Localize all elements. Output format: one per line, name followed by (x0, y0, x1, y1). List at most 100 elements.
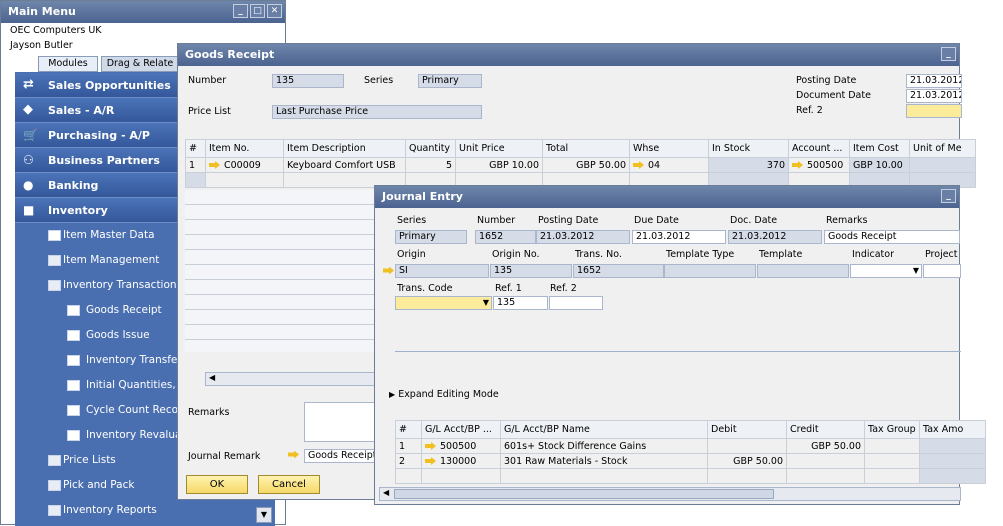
series-field[interactable]: Primary (418, 74, 482, 88)
folder-inventory-transactions[interactable]: Inventory Transactions (15, 273, 182, 298)
template-type-field[interactable] (664, 264, 756, 278)
col-header[interactable]: Item Description (283, 139, 406, 158)
number-field[interactable]: 1652 (475, 230, 536, 244)
folder-price-lists[interactable]: Price Lists (15, 448, 175, 473)
col-header[interactable]: G/L Acct/BP ... (421, 420, 501, 439)
folder-pick-and-pack[interactable]: Pick and Pack (15, 473, 175, 498)
module-sales-opportunities[interactable]: ⇄ Sales Opportunities (15, 73, 193, 98)
gl-acct-cell[interactable]: 500500 (421, 438, 501, 454)
link-arrow-icon[interactable] (425, 457, 436, 465)
origin-field[interactable]: SI (395, 264, 489, 278)
menu-goods-issue[interactable]: Goods Issue (15, 323, 175, 348)
total-cell[interactable]: GBP 50.00 (542, 157, 630, 173)
link-arrow-icon[interactable] (209, 161, 220, 169)
unit-price-cell[interactable]: GBP 10.00 (455, 157, 543, 173)
origin-no-field[interactable]: 135 (490, 264, 572, 278)
link-arrow-icon[interactable] (383, 266, 394, 275)
cancel-button[interactable]: Cancel (258, 475, 320, 494)
link-arrow-icon[interactable] (633, 161, 644, 169)
ref2-field[interactable] (906, 104, 962, 118)
scroll-down-button[interactable]: ▼ (256, 507, 272, 523)
module-sales-ar[interactable]: ◆ Sales - A/R (15, 98, 193, 123)
link-arrow-icon[interactable] (425, 442, 436, 450)
menu-cycle-count[interactable]: Cycle Count Recon (15, 398, 185, 423)
col-header[interactable]: Unit Price (455, 139, 543, 158)
posting-date-field[interactable]: 21.03.2012 (906, 74, 962, 88)
menu-initial-quantities[interactable]: Initial Quantities, In (15, 373, 189, 398)
document-date-field[interactable]: 21.03.2012 (906, 89, 962, 103)
journal-remark-field[interactable]: Goods Receipt (304, 449, 376, 463)
module-purchasing-ap[interactable]: 🛒 Purchasing - A/P (15, 123, 193, 148)
menu-goods-receipt[interactable]: Goods Receipt (15, 298, 175, 323)
table-row[interactable]: 1 C00009 Keyboard Comfort USB 5 GBP 10.0… (185, 157, 976, 173)
col-header[interactable]: Unit of Me (909, 139, 976, 158)
tax-group-cell[interactable] (864, 438, 920, 454)
scroll-left-icon[interactable]: ◀ (383, 488, 389, 497)
quantity-cell[interactable]: 5 (405, 157, 456, 173)
horizontal-scrollbar[interactable]: ◀ (379, 487, 961, 501)
remarks-field[interactable]: Goods Receipt (824, 230, 960, 244)
gl-name-cell[interactable]: 301 Raw Materials - Stock (500, 453, 708, 469)
remarks-field[interactable] (304, 402, 376, 442)
trans-no-field[interactable]: 1652 (573, 264, 664, 278)
maximize-button[interactable]: □ (250, 4, 265, 18)
number-field[interactable]: 135 (272, 74, 344, 88)
item-no-cell[interactable]: C00009 (205, 157, 284, 173)
ref1-field[interactable]: 135 (493, 296, 548, 310)
scroll-thumb[interactable] (394, 489, 774, 499)
link-arrow-icon[interactable] (288, 450, 299, 459)
col-header[interactable]: # (395, 420, 422, 439)
col-header[interactable]: Item No. (205, 139, 284, 158)
doc-date-field[interactable]: 21.03.2012 (728, 230, 822, 244)
debit-cell[interactable] (707, 438, 787, 454)
ref2-field[interactable] (549, 296, 603, 310)
template-field[interactable] (757, 264, 849, 278)
folder-item-management[interactable]: Item Management (15, 248, 175, 273)
tab-drag-relate[interactable]: Drag & Relate (101, 56, 179, 72)
journal-entry-title-bar[interactable]: Journal Entry _ (375, 186, 959, 208)
menu-inventory-transfer[interactable]: Inventory Transfer (15, 348, 182, 373)
table-row[interactable]: 1 500500 601s+ Stock Difference Gains GB… (395, 438, 986, 454)
horizontal-scrollbar[interactable]: ◀ (205, 372, 375, 386)
menu-item-master-data[interactable]: Item Master Data (15, 223, 175, 248)
col-header[interactable]: Item Cost (849, 139, 910, 158)
posting-date-field[interactable]: 21.03.2012 (536, 230, 630, 244)
col-header[interactable]: Total (542, 139, 630, 158)
series-field[interactable]: Primary (395, 230, 467, 244)
minimize-button[interactable]: _ (233, 4, 248, 18)
credit-cell[interactable]: GBP 50.00 (786, 438, 865, 454)
account-cell[interactable]: 500500 (788, 157, 850, 173)
minimize-button[interactable]: _ (941, 189, 956, 203)
col-header[interactable]: # (185, 139, 206, 158)
main-menu-title-bar[interactable]: Main Menu _ □ ✕ (1, 1, 285, 23)
module-inventory[interactable]: ■ Inventory (15, 198, 193, 223)
price-list-field[interactable]: Last Purchase Price (272, 105, 482, 119)
col-header[interactable]: Tax Amo (919, 420, 986, 439)
tab-modules[interactable]: Modules (38, 56, 98, 72)
goods-receipt-title-bar[interactable]: Goods Receipt _ (178, 44, 959, 66)
tax-group-cell[interactable] (864, 453, 920, 469)
table-row[interactable] (395, 468, 986, 484)
col-header[interactable]: In Stock (708, 139, 789, 158)
col-header[interactable]: Quantity (405, 139, 456, 158)
col-header[interactable]: Tax Group (864, 420, 920, 439)
col-header[interactable]: Credit (786, 420, 865, 439)
close-button[interactable]: ✕ (267, 4, 282, 18)
whse-cell[interactable]: 04 (629, 157, 709, 173)
expand-editing-mode[interactable]: ▶ Expand Editing Mode (389, 389, 499, 400)
col-header[interactable]: Debit (707, 420, 787, 439)
uom-cell[interactable] (909, 157, 976, 173)
credit-cell[interactable] (786, 453, 865, 469)
module-banking[interactable]: ● Banking (15, 173, 193, 198)
debit-cell[interactable]: GBP 50.00 (707, 453, 787, 469)
folder-inventory-reports[interactable]: Inventory Reports (15, 498, 175, 523)
scroll-left-icon[interactable]: ◀ (209, 373, 215, 382)
ok-button[interactable]: OK (186, 475, 248, 494)
due-date-field[interactable]: 21.03.2012 (632, 230, 726, 244)
trans-code-select[interactable]: ▼ (395, 296, 492, 310)
indicator-select[interactable]: ▼ (850, 264, 922, 278)
module-business-partners[interactable]: ⚇ Business Partners (15, 148, 193, 173)
journal-remark-link[interactable] (288, 449, 303, 460)
gl-name-cell[interactable]: 601s+ Stock Difference Gains (500, 438, 708, 454)
col-header[interactable]: Whse (629, 139, 709, 158)
